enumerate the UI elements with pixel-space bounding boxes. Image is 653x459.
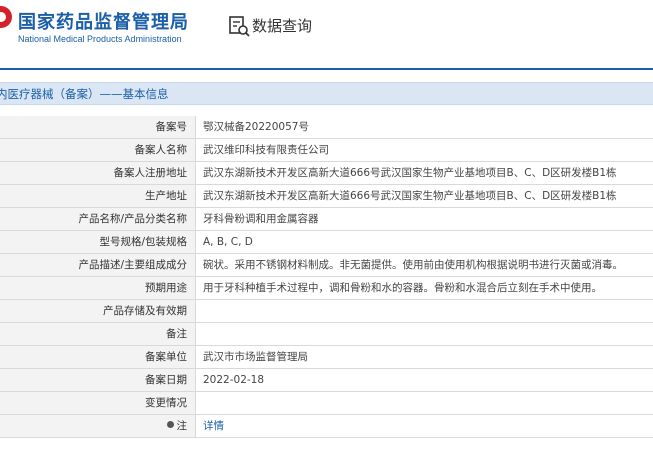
row-value: 武汉市市场监督管理局 [203,351,308,363]
row-value: 鄂汉械备20220057号 [203,121,309,133]
brand-name-en: National Medical Products Administration [18,34,182,44]
row-label: 预期用途 [0,277,196,299]
table-row: 备案人注册地址 武汉东湖新技术开发区高新大道666号武汉国家生物产业基地项目B、… [0,162,653,185]
table-row: 注 详情 [0,415,653,438]
row-label: 备案日期 [0,369,196,391]
data-query-icon [229,16,250,37]
table-row: 备案日期 2022-02-18 [0,369,653,392]
site-header: 国家药品监督管理局 National Medical Products Admi… [0,0,653,58]
row-label: 变更情况 [0,392,196,414]
row-label: 备案号 [0,116,196,138]
table-row: 产品存储及有效期 [0,300,653,323]
brand-name-cn: 国家药品监督管理局 [18,12,189,33]
section-title: 内医疗器械（备案）——基本信息 [0,87,169,101]
row-label: 备案人注册地址 [0,162,196,184]
row-label-note: 注 [0,415,196,437]
table-row: 备案号 鄂汉械备20220057号 [0,116,653,139]
table-row: 备案人名称 武汉维印科技有限责任公司 [0,139,653,162]
row-value: 2022-02-18 [203,374,265,386]
section-title-bar: 内医疗器械（备案）——基本信息 [0,82,653,105]
row-value: 武汉东湖新技术开发区高新大道666号武汉国家生物产业基地项目B、C、D区研发楼B… [203,190,617,202]
row-label: 产品存储及有效期 [0,300,196,322]
table-row: 备注 [0,323,653,346]
table-row: 产品名称/产品分类名称 牙科骨粉调和用金属容器 [0,208,653,231]
row-label: 生产地址 [0,185,196,207]
row-label: 备案单位 [0,346,196,368]
nmpa-logo-icon [0,6,12,28]
row-value: 牙科骨粉调和用金属容器 [203,213,319,225]
row-value: 武汉维印科技有限责任公司 [203,144,329,156]
row-value: A, B, C, D [203,236,253,248]
table-row: 型号规格/包装规格 A, B, C, D [0,231,653,254]
details-link[interactable]: 详情 [203,415,224,437]
row-label: 产品名称/产品分类名称 [0,208,196,230]
row-value: 用于牙科种植手术过程中，调和骨粉和水的容器。骨粉和水混合后立刻在手术中使用。 [203,282,602,294]
row-value: 碗状。采用不锈钢材料制成。非无菌提供。使用前由使用机构根据说明书进行灭菌或消毒。 [203,259,623,271]
table-row: 预期用途 用于牙科种植手术过程中，调和骨粉和水的容器。骨粉和水混合后立刻在手术中… [0,277,653,300]
table-row: 变更情况 [0,392,653,415]
row-label: 备案人名称 [0,139,196,161]
note-bullet-icon [166,421,174,428]
data-query-label[interactable]: 数据查询 [252,15,312,36]
row-label: 备注 [0,323,196,345]
header-divider [0,68,653,70]
table-row: 备案单位 武汉市市场监督管理局 [0,346,653,369]
row-label: 注 [176,420,188,432]
table-row: 产品描述/主要组成成分 碗状。采用不锈钢材料制成。非无菌提供。使用前由使用机构根… [0,254,653,277]
row-label: 型号规格/包装规格 [0,231,196,253]
row-label: 产品描述/主要组成成分 [0,254,196,276]
row-value: 武汉东湖新技术开发区高新大道666号武汉国家生物产业基地项目B、C、D区研发楼B… [203,167,617,179]
table-row: 生产地址 武汉东湖新技术开发区高新大道666号武汉国家生物产业基地项目B、C、D… [0,185,653,208]
